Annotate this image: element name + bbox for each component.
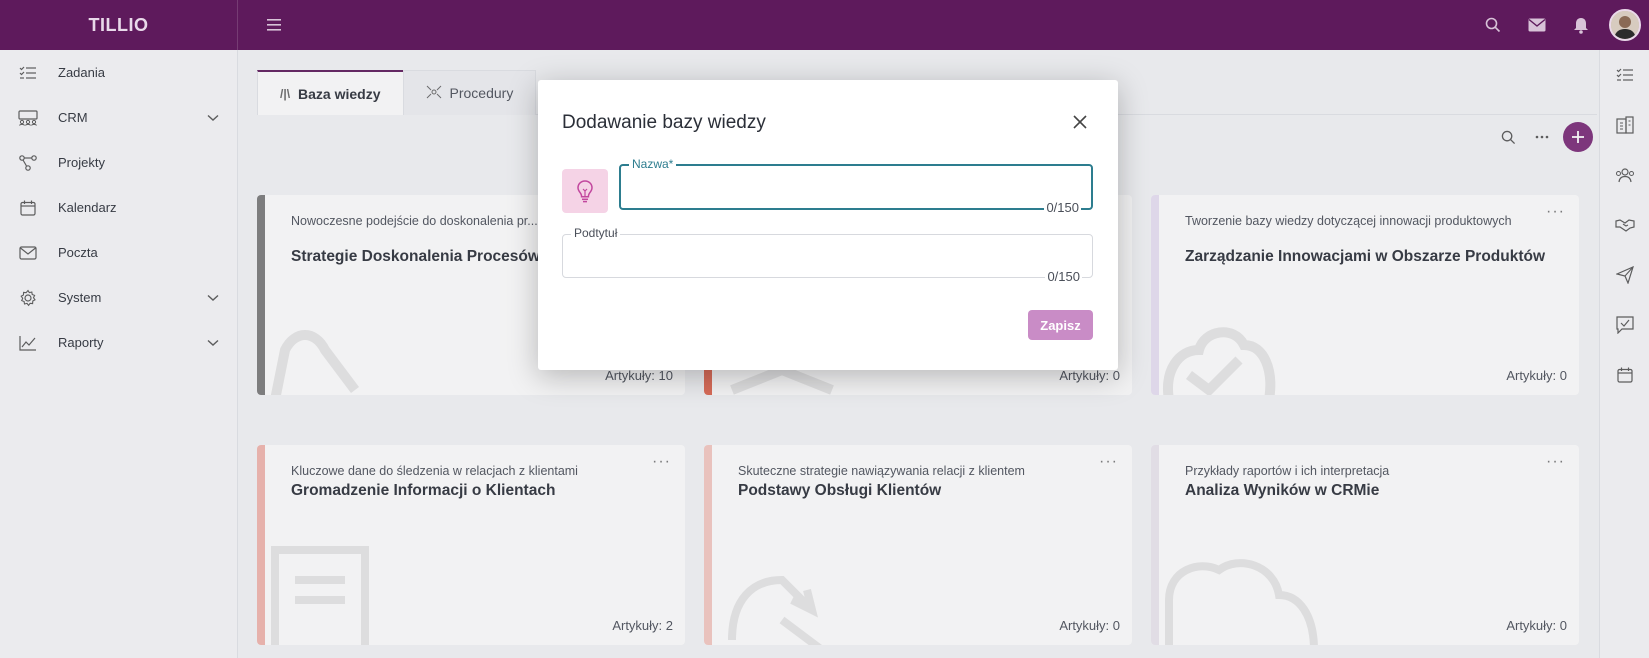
subtitle-char-counter: 0/150	[1045, 269, 1082, 284]
subtitle-field[interactable]: Podtytuł 0/150	[562, 226, 1093, 284]
mail-icon[interactable]	[1515, 0, 1559, 50]
add-knowledge-base-dialog: Dodawanie bazy wiedzy Nazwa* 0/150 Podty…	[538, 80, 1118, 370]
name-char-counter: 0/150	[1044, 200, 1081, 215]
brand-logo[interactable]: TILLIO	[0, 0, 238, 50]
menu-icon[interactable]	[262, 13, 286, 37]
save-button[interactable]: Zapisz	[1028, 310, 1093, 340]
lightbulb-icon	[562, 169, 608, 213]
name-field[interactable]: Nazwa* 0/150	[619, 157, 1093, 215]
search-icon[interactable]	[1471, 0, 1515, 50]
dialog-title: Dodawanie bazy wiedzy	[562, 112, 766, 133]
subtitle-field-label: Podtytuł	[571, 226, 621, 240]
name-input[interactable]	[631, 180, 1011, 200]
subtitle-input[interactable]	[573, 249, 953, 269]
close-icon[interactable]	[1070, 112, 1090, 132]
avatar[interactable]	[1609, 9, 1641, 41]
name-field-label: Nazwa*	[629, 157, 677, 171]
bell-icon[interactable]	[1559, 0, 1603, 50]
top-bar: TILLIO	[0, 0, 1649, 50]
